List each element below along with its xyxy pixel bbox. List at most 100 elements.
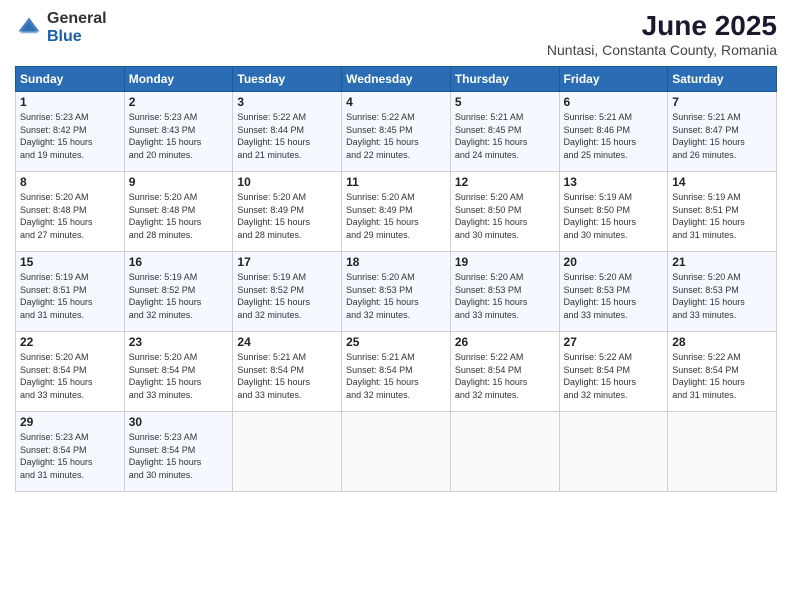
day-info: Sunrise: 5:20 AMSunset: 8:49 PMDaylight:…	[237, 192, 310, 240]
table-row: 18 Sunrise: 5:20 AMSunset: 8:53 PMDaylig…	[342, 252, 451, 332]
table-row	[668, 412, 777, 492]
day-info: Sunrise: 5:20 AMSunset: 8:53 PMDaylight:…	[346, 272, 419, 320]
table-row: 15 Sunrise: 5:19 AMSunset: 8:51 PMDaylig…	[16, 252, 125, 332]
day-number: 8	[20, 175, 120, 189]
table-row: 2 Sunrise: 5:23 AMSunset: 8:43 PMDayligh…	[124, 92, 233, 172]
table-row: 1 Sunrise: 5:23 AMSunset: 8:42 PMDayligh…	[16, 92, 125, 172]
header-row: Sunday Monday Tuesday Wednesday Thursday…	[16, 67, 777, 92]
col-sunday: Sunday	[16, 67, 125, 92]
day-info: Sunrise: 5:20 AMSunset: 8:49 PMDaylight:…	[346, 192, 419, 240]
calendar-week-4: 22 Sunrise: 5:20 AMSunset: 8:54 PMDaylig…	[16, 332, 777, 412]
header: General Blue June 2025 Nuntasi, Constant…	[15, 10, 777, 58]
day-info: Sunrise: 5:20 AMSunset: 8:54 PMDaylight:…	[20, 352, 93, 400]
day-number: 15	[20, 255, 120, 269]
day-number: 25	[346, 335, 446, 349]
calendar-week-3: 15 Sunrise: 5:19 AMSunset: 8:51 PMDaylig…	[16, 252, 777, 332]
table-row: 12 Sunrise: 5:20 AMSunset: 8:50 PMDaylig…	[450, 172, 559, 252]
day-info: Sunrise: 5:19 AMSunset: 8:52 PMDaylight:…	[129, 272, 202, 320]
table-row: 8 Sunrise: 5:20 AMSunset: 8:48 PMDayligh…	[16, 172, 125, 252]
day-number: 21	[672, 255, 772, 269]
day-info: Sunrise: 5:20 AMSunset: 8:53 PMDaylight:…	[564, 272, 637, 320]
col-wednesday: Wednesday	[342, 67, 451, 92]
col-tuesday: Tuesday	[233, 67, 342, 92]
calendar-table: Sunday Monday Tuesday Wednesday Thursday…	[15, 66, 777, 492]
table-row: 13 Sunrise: 5:19 AMSunset: 8:50 PMDaylig…	[559, 172, 668, 252]
day-info: Sunrise: 5:20 AMSunset: 8:53 PMDaylight:…	[672, 272, 745, 320]
day-number: 9	[129, 175, 229, 189]
day-number: 16	[129, 255, 229, 269]
day-info: Sunrise: 5:22 AMSunset: 8:54 PMDaylight:…	[455, 352, 528, 400]
table-row: 16 Sunrise: 5:19 AMSunset: 8:52 PMDaylig…	[124, 252, 233, 332]
day-number: 28	[672, 335, 772, 349]
day-number: 30	[129, 415, 229, 429]
table-row	[559, 412, 668, 492]
day-info: Sunrise: 5:19 AMSunset: 8:51 PMDaylight:…	[672, 192, 745, 240]
table-row: 14 Sunrise: 5:19 AMSunset: 8:51 PMDaylig…	[668, 172, 777, 252]
day-number: 1	[20, 95, 120, 109]
day-info: Sunrise: 5:19 AMSunset: 8:51 PMDaylight:…	[20, 272, 93, 320]
day-info: Sunrise: 5:23 AMSunset: 8:54 PMDaylight:…	[20, 432, 93, 480]
table-row: 10 Sunrise: 5:20 AMSunset: 8:49 PMDaylig…	[233, 172, 342, 252]
table-row: 4 Sunrise: 5:22 AMSunset: 8:45 PMDayligh…	[342, 92, 451, 172]
table-row	[233, 412, 342, 492]
day-info: Sunrise: 5:21 AMSunset: 8:54 PMDaylight:…	[237, 352, 310, 400]
day-number: 29	[20, 415, 120, 429]
table-row: 23 Sunrise: 5:20 AMSunset: 8:54 PMDaylig…	[124, 332, 233, 412]
table-row: 22 Sunrise: 5:20 AMSunset: 8:54 PMDaylig…	[16, 332, 125, 412]
table-row: 20 Sunrise: 5:20 AMSunset: 8:53 PMDaylig…	[559, 252, 668, 332]
day-info: Sunrise: 5:22 AMSunset: 8:54 PMDaylight:…	[672, 352, 745, 400]
calendar-week-5: 29 Sunrise: 5:23 AMSunset: 8:54 PMDaylig…	[16, 412, 777, 492]
day-info: Sunrise: 5:21 AMSunset: 8:47 PMDaylight:…	[672, 112, 745, 160]
table-row: 26 Sunrise: 5:22 AMSunset: 8:54 PMDaylig…	[450, 332, 559, 412]
day-number: 18	[346, 255, 446, 269]
day-number: 13	[564, 175, 664, 189]
day-number: 19	[455, 255, 555, 269]
col-monday: Monday	[124, 67, 233, 92]
table-row: 28 Sunrise: 5:22 AMSunset: 8:54 PMDaylig…	[668, 332, 777, 412]
title-area: June 2025 Nuntasi, Constanta County, Rom…	[547, 10, 777, 58]
table-row: 17 Sunrise: 5:19 AMSunset: 8:52 PMDaylig…	[233, 252, 342, 332]
day-info: Sunrise: 5:23 AMSunset: 8:42 PMDaylight:…	[20, 112, 93, 160]
logo-general: General	[47, 10, 107, 28]
day-number: 23	[129, 335, 229, 349]
day-info: Sunrise: 5:21 AMSunset: 8:46 PMDaylight:…	[564, 112, 637, 160]
day-info: Sunrise: 5:20 AMSunset: 8:53 PMDaylight:…	[455, 272, 528, 320]
day-number: 24	[237, 335, 337, 349]
logo-text: General Blue	[47, 10, 107, 45]
day-number: 20	[564, 255, 664, 269]
table-row	[450, 412, 559, 492]
month-title: June 2025	[547, 10, 777, 42]
calendar-week-1: 1 Sunrise: 5:23 AMSunset: 8:42 PMDayligh…	[16, 92, 777, 172]
col-friday: Friday	[559, 67, 668, 92]
day-info: Sunrise: 5:21 AMSunset: 8:54 PMDaylight:…	[346, 352, 419, 400]
table-row: 7 Sunrise: 5:21 AMSunset: 8:47 PMDayligh…	[668, 92, 777, 172]
col-thursday: Thursday	[450, 67, 559, 92]
table-row: 25 Sunrise: 5:21 AMSunset: 8:54 PMDaylig…	[342, 332, 451, 412]
calendar-week-2: 8 Sunrise: 5:20 AMSunset: 8:48 PMDayligh…	[16, 172, 777, 252]
day-number: 2	[129, 95, 229, 109]
day-info: Sunrise: 5:20 AMSunset: 8:50 PMDaylight:…	[455, 192, 528, 240]
day-number: 5	[455, 95, 555, 109]
table-row: 21 Sunrise: 5:20 AMSunset: 8:53 PMDaylig…	[668, 252, 777, 332]
logo: General Blue	[15, 10, 107, 45]
day-info: Sunrise: 5:20 AMSunset: 8:48 PMDaylight:…	[20, 192, 93, 240]
logo-icon	[15, 14, 43, 42]
day-number: 27	[564, 335, 664, 349]
subtitle: Nuntasi, Constanta County, Romania	[547, 42, 777, 58]
day-info: Sunrise: 5:22 AMSunset: 8:44 PMDaylight:…	[237, 112, 310, 160]
day-number: 6	[564, 95, 664, 109]
day-number: 17	[237, 255, 337, 269]
day-number: 26	[455, 335, 555, 349]
day-number: 11	[346, 175, 446, 189]
day-info: Sunrise: 5:23 AMSunset: 8:54 PMDaylight:…	[129, 432, 202, 480]
page: General Blue June 2025 Nuntasi, Constant…	[0, 0, 792, 612]
day-number: 3	[237, 95, 337, 109]
day-info: Sunrise: 5:19 AMSunset: 8:50 PMDaylight:…	[564, 192, 637, 240]
table-row: 27 Sunrise: 5:22 AMSunset: 8:54 PMDaylig…	[559, 332, 668, 412]
table-row: 29 Sunrise: 5:23 AMSunset: 8:54 PMDaylig…	[16, 412, 125, 492]
day-info: Sunrise: 5:21 AMSunset: 8:45 PMDaylight:…	[455, 112, 528, 160]
table-row: 19 Sunrise: 5:20 AMSunset: 8:53 PMDaylig…	[450, 252, 559, 332]
table-row: 24 Sunrise: 5:21 AMSunset: 8:54 PMDaylig…	[233, 332, 342, 412]
table-row: 9 Sunrise: 5:20 AMSunset: 8:48 PMDayligh…	[124, 172, 233, 252]
day-number: 10	[237, 175, 337, 189]
